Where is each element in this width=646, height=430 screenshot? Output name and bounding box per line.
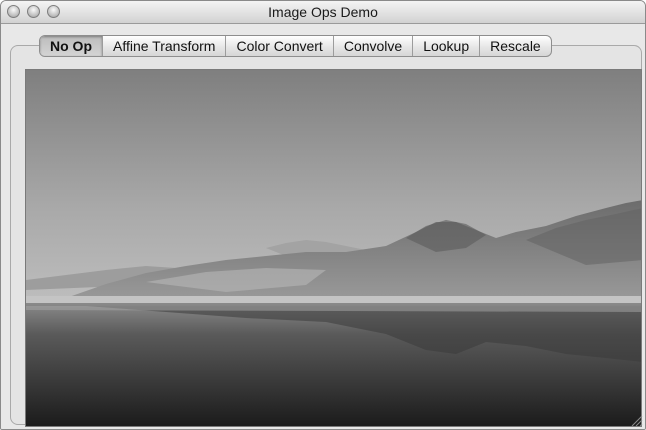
tab-bar: No Op Affine Transform Color Convert Con… — [39, 35, 552, 57]
tab-affine-transform[interactable]: Affine Transform — [103, 36, 227, 56]
resize-grip-icon[interactable] — [631, 415, 643, 427]
title-bar[interactable]: Image Ops Demo — [1, 1, 645, 24]
tab-no-op[interactable]: No Op — [40, 36, 103, 56]
window-content: No Op Affine Transform Color Convert Con… — [1, 24, 645, 429]
tab-lookup[interactable]: Lookup — [413, 36, 481, 56]
tab-rescale[interactable]: Rescale — [480, 36, 551, 56]
app-window: Image Ops Demo No Op Affine Transform Co… — [0, 0, 646, 430]
tab-color-convert[interactable]: Color Convert — [226, 36, 334, 56]
lake-landscape-image — [25, 69, 642, 427]
window-title: Image Ops Demo — [268, 4, 378, 20]
tab-convolve[interactable]: Convolve — [334, 36, 414, 56]
